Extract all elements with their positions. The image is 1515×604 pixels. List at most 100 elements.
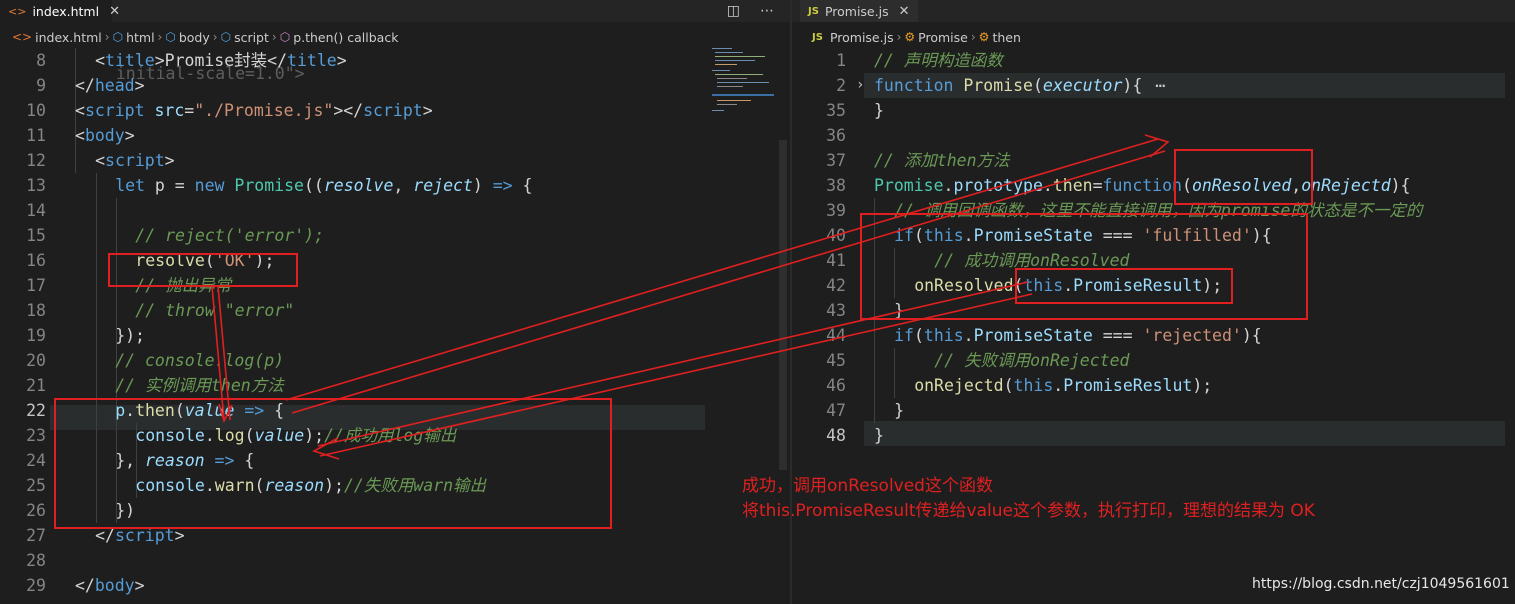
line-number: 17 [26, 276, 46, 295]
code-token: PromiseReslut [1063, 376, 1193, 395]
code-token: script [105, 151, 165, 170]
breadcrumb-item[interactable]: then [992, 30, 1020, 45]
code-text: } [874, 423, 884, 448]
chevron-right-icon: › [157, 30, 163, 44]
code-token: < [95, 151, 106, 170]
left-tab-bar: <> index.html ✕ ◫ ⋯ [0, 0, 790, 22]
code-token: // 添加then方法 [874, 151, 1010, 170]
code-token: </ [75, 576, 95, 595]
line-number: 10 [26, 101, 46, 120]
line-number: 8 [36, 51, 46, 70]
line-number: 16 [26, 251, 46, 270]
fold-chevron-icon[interactable]: › [856, 73, 864, 98]
breadcrumb: <> index.html › ⬡ html › ⬡ body › ⬡ scri… [12, 26, 398, 48]
code-token: >Promise封装</ [154, 51, 288, 70]
code-token: ( [1003, 376, 1014, 395]
line-number: 9 [36, 76, 46, 95]
code-token: } [874, 426, 884, 445]
code-token: function [1102, 176, 1182, 195]
code-token: } [894, 401, 905, 420]
code-token: reject [413, 176, 473, 195]
code-token: . [963, 326, 974, 345]
right-tab-bar: JS Promise.js ✕ [792, 0, 1515, 22]
code-token: Promise [874, 176, 944, 195]
code-token: { [512, 176, 533, 195]
minimap[interactable] [712, 48, 782, 118]
breadcrumb-item[interactable]: body [179, 30, 210, 45]
code-text: // console.log(p) [115, 348, 284, 373]
tab-promise-js[interactable]: JS Promise.js ✕ [800, 0, 918, 22]
code-text: // throw "error" [135, 298, 294, 323]
code-token: = [1092, 176, 1103, 195]
code-token: > [134, 576, 145, 595]
code-token: onRejectd [914, 376, 1004, 395]
chevron-right-icon: › [104, 30, 110, 44]
code-text: } [894, 398, 904, 423]
line-number: 46 [826, 376, 846, 395]
code-token: < [95, 51, 106, 70]
code-token: ){ [1390, 176, 1411, 195]
vertical-scrollbar[interactable] [779, 140, 787, 470]
line-number: 41 [826, 251, 846, 270]
js-file-icon: JS [808, 5, 819, 17]
code-token: }); [115, 326, 145, 345]
line-number: 39 [826, 201, 846, 220]
split-editor-icon[interactable]: ◫ [727, 3, 740, 19]
breadcrumb-item[interactable]: html [126, 30, 154, 45]
line-number: 36 [826, 126, 846, 145]
code-text: <body> [75, 123, 135, 148]
more-actions-icon[interactable]: ⋯ [760, 3, 774, 19]
code-token: ) [472, 176, 493, 195]
breadcrumb-item[interactable]: p.then() callback [293, 30, 398, 45]
code-token: // 声明构造函数 [874, 51, 1003, 70]
code-text: // 失败调用onRejected [934, 348, 1129, 373]
code-token: // 实例调用then方法 [115, 376, 284, 395]
line-number: 18 [26, 301, 46, 320]
code-token: body [94, 576, 135, 595]
code-token: => [492, 176, 513, 195]
close-tab-icon[interactable]: ✕ [899, 4, 910, 19]
line-number: 29 [26, 576, 46, 595]
code-token: ( [1032, 76, 1043, 95]
code-token: title [287, 51, 337, 70]
chevron-right-icon: › [212, 30, 218, 44]
line-number: 2 [836, 76, 846, 95]
code-token: let [115, 176, 145, 195]
code-text: <script src="./Promise.js"></script> [75, 98, 433, 123]
code-token: onRejectd [1301, 176, 1391, 195]
breadcrumb-item[interactable]: Promise.js [830, 30, 894, 45]
line-number: 21 [26, 376, 46, 395]
code-token: < [75, 101, 85, 120]
code-token: new [194, 176, 225, 195]
line-number: 1 [836, 51, 846, 70]
js-file-icon: JS [812, 31, 823, 43]
tab-index-html[interactable]: <> index.html ✕ [0, 0, 120, 22]
code-token: // console.log(p) [115, 351, 285, 370]
code-token: ( [913, 326, 924, 345]
code-token: ); [1192, 376, 1213, 395]
code-token: function [874, 76, 954, 95]
code-token: ){ [1241, 326, 1262, 345]
code-token: Promise [963, 76, 1033, 95]
code-token: . [943, 176, 954, 195]
line-number: 25 [26, 476, 46, 495]
code-token: title [105, 51, 155, 70]
function-icon: ⬡ [279, 30, 291, 44]
code-token: script [84, 101, 145, 120]
code-token: . [1042, 176, 1053, 195]
close-tab-icon[interactable]: ✕ [109, 4, 120, 19]
code-token: > [422, 101, 433, 120]
cube-icon: ⬡ [220, 30, 232, 44]
code-text: <script> [95, 148, 174, 173]
indent-guide [894, 348, 895, 398]
watermark: https://blog.csdn.net/czj1049561601 [1252, 576, 1510, 592]
code-text: } [874, 98, 884, 123]
line-number: 27 [26, 526, 46, 545]
fold-ellipsis-icon[interactable]: ⋯ [1155, 73, 1165, 98]
line-number: 23 [26, 426, 46, 445]
breadcrumb-item[interactable]: script [234, 30, 269, 45]
breadcrumb-item[interactable]: Promise [918, 30, 968, 45]
code-token: , [393, 176, 414, 195]
highlight-box-params [1174, 149, 1313, 205]
